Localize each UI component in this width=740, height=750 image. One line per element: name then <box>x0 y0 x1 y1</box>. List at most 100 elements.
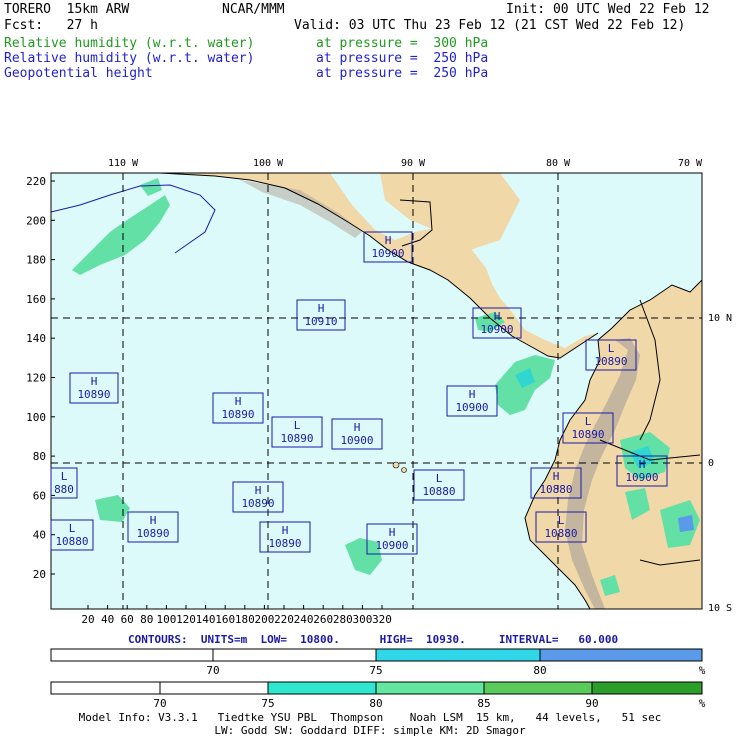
left-tick-label: 220 <box>26 175 46 188</box>
pressure-center-value: 10890 <box>136 527 169 540</box>
colorbar-label: 80 <box>533 664 546 677</box>
pressure-center-type: H <box>150 514 157 527</box>
rh-250-colorbar: 70 75 80% <box>50 648 706 677</box>
bottom-tick-label: 280 <box>333 613 353 626</box>
bottom-tick-label: 140 <box>196 613 216 626</box>
right-axis: 10 N 0 10 S <box>708 313 732 614</box>
pressure-center-value: 10900 <box>455 401 488 414</box>
left-tick-label: 60 <box>33 489 46 502</box>
colorbar-segment <box>375 648 541 662</box>
bottom-tick-label: 20 <box>81 613 94 626</box>
pressure-center-type: H <box>91 375 98 388</box>
pressure-center-type: H <box>318 302 325 315</box>
pressure-center-value: 10900 <box>371 247 404 260</box>
pressure-center-value: 10880 <box>544 527 577 540</box>
left-tick-label: 100 <box>26 411 46 424</box>
pressure-center-value: 10890 <box>268 537 301 550</box>
rh-300-colorbar: 70 75 80 85 90% <box>50 681 706 710</box>
colorbar-label: 70 <box>153 697 166 710</box>
pressure-center-value: 10900 <box>375 539 408 552</box>
colorbar-segment <box>50 681 161 695</box>
bottom-tick-label: 180 <box>235 613 255 626</box>
pressure-center-value: 10890 <box>280 432 313 445</box>
model-info-line1: Model Info: V3.3.1 Tiedtke YSU PBL Thomp… <box>78 711 662 724</box>
longitude-label: 70 W <box>678 158 703 169</box>
left-tick-label: 40 <box>33 529 46 542</box>
latitude-label: 10 N <box>708 313 732 324</box>
pressure-center-value: 10890 <box>241 497 274 510</box>
pressure-center-value: 10880 <box>55 535 88 548</box>
pressure-center-type: H <box>469 388 476 401</box>
pressure-center-type: H <box>494 310 501 323</box>
longitude-label: 110 W <box>108 158 139 169</box>
pressure-center-type: H <box>639 458 646 471</box>
pressure-center-type: H <box>255 484 262 497</box>
left-tick-label: 20 <box>33 568 46 581</box>
colorbar-segment <box>50 648 214 662</box>
colorbar-label: % <box>699 664 706 677</box>
pressure-center-value: 10900 <box>340 434 373 447</box>
bottom-tick-label: 220 <box>274 613 294 626</box>
pressure-center-type: H <box>282 524 289 537</box>
colorbar-segment <box>159 681 269 695</box>
bottom-tick-label: 120 <box>176 613 196 626</box>
left-tick-label: 180 <box>26 254 46 267</box>
pressure-center-value: 10900 <box>480 323 513 336</box>
pressure-center-value: 880 <box>54 483 74 496</box>
colorbar-label: 80 <box>369 697 382 710</box>
pressure-center-value: 10880 <box>422 485 455 498</box>
latitude-label: 0 <box>708 458 714 469</box>
pressure-center-value: 10890 <box>571 428 604 441</box>
left-tick-label: 200 <box>26 214 46 227</box>
left-tick-label: 160 <box>26 293 46 306</box>
colorbar-segment <box>375 681 485 695</box>
pressure-center-value: 10890 <box>594 355 627 368</box>
pressure-center-type: H <box>389 526 396 539</box>
pressure-center-type: L <box>558 514 565 527</box>
colorbar-label: 75 <box>369 664 382 677</box>
bottom-tick-label: 60 <box>121 613 134 626</box>
pressure-center-type: L <box>61 470 68 483</box>
bottom-tick-label: 80 <box>140 613 153 626</box>
bottom-tick-label: 240 <box>294 613 314 626</box>
colorbar-segment <box>483 681 593 695</box>
colorbar-label: 85 <box>477 697 490 710</box>
longitude-label: 90 W <box>401 158 426 169</box>
colorbar-label: 75 <box>261 697 274 710</box>
latitude-label: 10 S <box>708 603 732 614</box>
rh-patch <box>678 515 694 532</box>
left-tick-label: 80 <box>33 450 46 463</box>
pressure-center-type: H <box>354 421 361 434</box>
bottom-tick-label: 40 <box>101 613 114 626</box>
colorbar-label: 90 <box>585 697 598 710</box>
pressure-center-type: H <box>235 395 242 408</box>
left-tick-label: 120 <box>26 372 46 385</box>
pressure-center-type: H <box>553 470 560 483</box>
bottom-tick-label: 160 <box>215 613 235 626</box>
colorbar-segment <box>267 681 377 695</box>
pressure-center-type: L <box>294 419 301 432</box>
left-tick-label: 140 <box>26 332 46 345</box>
pressure-center-value: 10890 <box>77 388 110 401</box>
bottom-tick-label: 260 <box>313 613 333 626</box>
galapagos-island <box>401 467 407 473</box>
pressure-center-type: L <box>69 522 76 535</box>
model-info-line2: LW: Godd SW: Goddard DIFF: simple KM: 2D… <box>214 724 526 737</box>
colorbar-segment <box>591 681 703 695</box>
pressure-center-type: L <box>436 472 443 485</box>
colorbar-label: % <box>699 697 706 710</box>
longitude-label: 80 W <box>546 158 571 169</box>
top-axis: 110 W 100 W 90 W 80 W 70 W <box>108 158 703 169</box>
pressure-center-value: 10890 <box>221 408 254 421</box>
pressure-center-type: H <box>385 234 392 247</box>
longitude-label: 100 W <box>253 158 284 169</box>
pressure-center-type: L <box>585 415 592 428</box>
pressure-center-type: L <box>608 342 615 355</box>
bottom-tick-label: 320 <box>372 613 392 626</box>
colorbar-label: 70 <box>206 664 219 677</box>
colorbar-segment <box>212 648 377 662</box>
bottom-tick-label: 200 <box>254 613 274 626</box>
pressure-center-value: 10900 <box>625 471 658 484</box>
bottom-tick-label: 100 <box>156 613 176 626</box>
pressure-center-value: 10910 <box>304 315 337 328</box>
